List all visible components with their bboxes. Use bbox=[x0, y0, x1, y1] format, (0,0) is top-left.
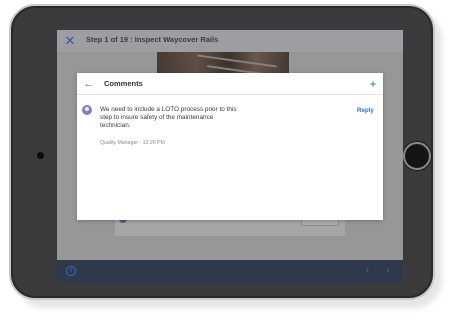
home-button[interactable] bbox=[403, 142, 431, 170]
dialog-header: ← Comments + bbox=[77, 73, 383, 95]
tablet-camera bbox=[37, 152, 44, 159]
bottom-toolbar bbox=[57, 260, 403, 283]
reply-button[interactable]: Reply bbox=[357, 107, 374, 114]
comments-dialog: ← Comments + We need to include a LOTO p… bbox=[77, 73, 383, 220]
arrow-left-icon[interactable]: ← bbox=[82, 77, 96, 91]
chevron-right-icon[interactable]: › bbox=[386, 266, 389, 276]
comment-text: We need to include a LOTO process prior … bbox=[100, 106, 237, 129]
chevron-left-icon[interactable]: ‹ bbox=[366, 266, 369, 276]
dialog-title: Comments bbox=[104, 79, 143, 88]
tablet-frame: ✕ Step 1 of 19 : Inspect Waycover Rails … bbox=[9, 4, 435, 300]
avatar bbox=[82, 105, 92, 115]
comment-meta: Quality Manager - 12:26 PM bbox=[100, 140, 165, 146]
info-icon[interactable]: i bbox=[66, 266, 76, 276]
plus-icon[interactable]: + bbox=[367, 77, 379, 91]
stage: ✕ Step 1 of 19 : Inspect Waycover Rails … bbox=[0, 0, 450, 319]
tablet-screen: ✕ Step 1 of 19 : Inspect Waycover Rails … bbox=[57, 30, 403, 283]
